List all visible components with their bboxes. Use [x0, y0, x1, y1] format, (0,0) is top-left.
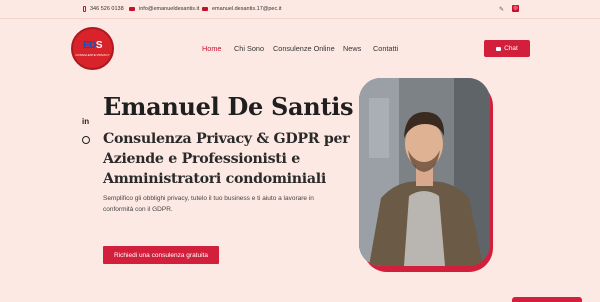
- hero-subtitle: Consulenza Privacy & GDPR per Aziende e …: [103, 131, 350, 187]
- linkedin-icon[interactable]: in: [82, 117, 89, 126]
- logo-subtext: CONSULENTE PRIVACY: [75, 52, 110, 57]
- hero-description: Semplifico gli obblighi privacy, tutelo …: [103, 195, 314, 213]
- chat-label: Chat: [504, 45, 518, 52]
- language-icon[interactable]: ✎: [499, 6, 504, 13]
- chat-button[interactable]: Chat: [484, 40, 530, 57]
- email-address: info@emanueldesantis.it: [139, 6, 200, 12]
- floating-bottom-button[interactable]: [512, 297, 582, 302]
- top-bar: 346 526 0138 info@emanueldesantis.it ema…: [0, 0, 600, 19]
- email-contact[interactable]: info@emanueldesantis.it: [129, 6, 199, 12]
- nav-item-contatti[interactable]: Contatti: [373, 44, 398, 53]
- nav-item-news[interactable]: News: [343, 44, 361, 53]
- mail-icon: [202, 7, 208, 11]
- pec-address: emanuel.desantis.17@pec.it: [212, 6, 282, 12]
- whatsapp-icon[interactable]: [82, 136, 90, 144]
- consultation-cta-button[interactable]: Richiedi una consulenza gratuita: [103, 246, 219, 264]
- hero-name: Emanuel De Santis: [103, 92, 354, 121]
- chat-icon: [496, 46, 502, 51]
- site-logo[interactable]: EDS CONSULENTE PRIVACY: [71, 27, 114, 70]
- instagram-icon[interactable]: ◎: [512, 5, 519, 12]
- nav-item-consulenze-online[interactable]: Consulenze Online: [273, 44, 335, 53]
- pec-contact[interactable]: emanuel.desantis.17@pec.it: [202, 6, 282, 12]
- mail-icon: [129, 7, 135, 11]
- portrait-illustration: [359, 78, 490, 266]
- phone-number: 346 526 0138: [90, 6, 124, 12]
- phone-icon: [83, 6, 86, 12]
- portrait-photo: [359, 78, 490, 266]
- phone-contact[interactable]: 346 526 0138: [83, 6, 124, 12]
- nav-item-home[interactable]: Home: [202, 44, 221, 53]
- logo-mark: EDS: [82, 39, 103, 51]
- nav-item-chi-sono[interactable]: Chi Sono: [234, 44, 264, 53]
